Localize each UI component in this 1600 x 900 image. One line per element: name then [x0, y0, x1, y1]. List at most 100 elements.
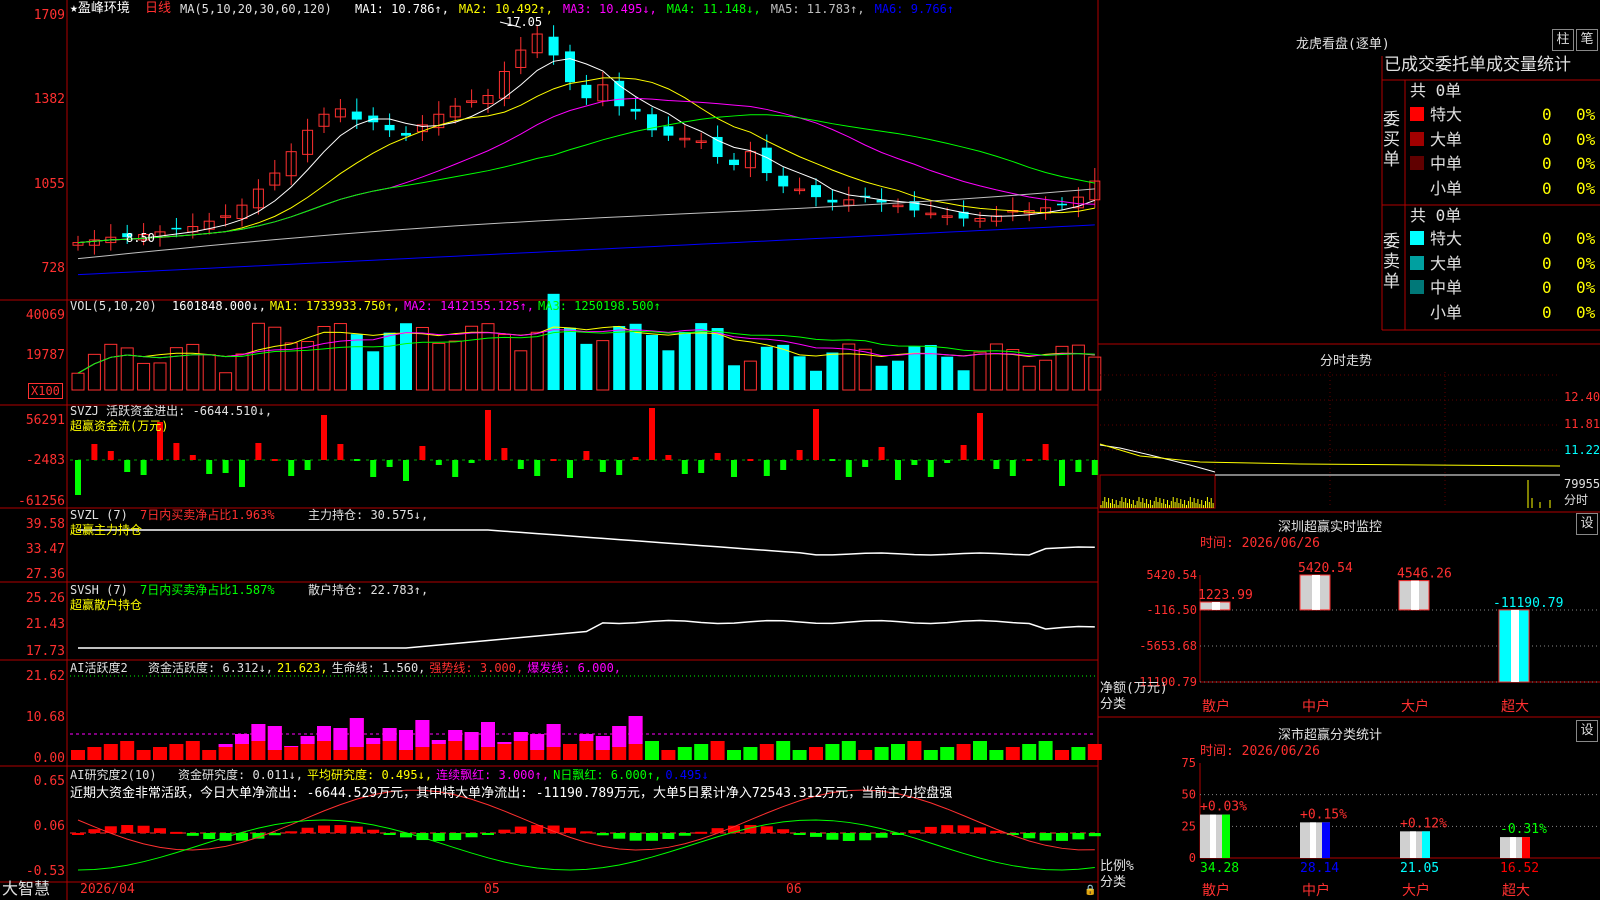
flow-bar: [747, 459, 754, 461]
research-bar: [629, 833, 642, 841]
kline-ytick: 1382: [33, 92, 65, 107]
active-bar: [481, 722, 495, 747]
legend-count: 0: [1542, 229, 1552, 248]
active-bar: [743, 747, 758, 760]
vol-bar: [120, 347, 134, 391]
flow-bar: [862, 460, 869, 467]
research-bar: [268, 833, 281, 836]
monitor-category: 中户: [1302, 698, 1330, 715]
legend-pct: 0%: [1576, 253, 1596, 273]
class-value-label: 28.14: [1300, 861, 1339, 876]
vol-ytick: 40069: [25, 308, 65, 323]
vol-bar: [941, 356, 954, 390]
candle-body: [614, 80, 625, 107]
vol-bar: [202, 354, 216, 391]
research-bar: [236, 833, 248, 841]
active-bar: [333, 728, 348, 750]
monitor-value-label: 5420.54: [1298, 561, 1353, 576]
active-bar: [759, 744, 774, 760]
pen-mode-button[interactable]: 笔: [1576, 29, 1598, 51]
x-label-start: 2026/04: [80, 882, 135, 897]
research-bar: [334, 825, 347, 833]
sz-monitor-title: 深圳超赢实时监控: [1278, 520, 1383, 535]
period-label[interactable]: 日线: [145, 2, 171, 16]
vol-bar: [104, 343, 118, 391]
research-bar: [186, 833, 199, 836]
research-bar: [1056, 833, 1068, 841]
flow-bar: [911, 460, 918, 465]
active-bar: [776, 741, 791, 760]
ma-value: MA5: 11.783↑,: [770, 2, 865, 16]
flow-bar: [796, 450, 803, 460]
vol-bar: [1006, 349, 1020, 391]
active-bar: [349, 718, 364, 747]
vol-bar: [268, 326, 282, 391]
flow-bar: [468, 460, 475, 463]
active-bar: [612, 726, 627, 747]
legend-label: 大单: [1430, 253, 1463, 273]
vol-bar: [71, 372, 85, 391]
candle-body: [827, 199, 838, 203]
flow-bar: [370, 460, 377, 477]
svzl-sub: 超赢主力持仓: [70, 523, 143, 537]
active-bar: [710, 741, 725, 760]
flow-bar: [452, 460, 459, 477]
vol-bar: [87, 353, 101, 391]
vol-bar: [251, 322, 265, 391]
bar-mode-button[interactable]: 柱: [1552, 29, 1574, 51]
vol-bar: [153, 362, 167, 391]
monitor-ytick: -116.50: [1146, 603, 1197, 617]
research-bar: [596, 833, 609, 836]
active-bar: [1022, 744, 1037, 760]
flow-bar: [1042, 444, 1049, 460]
vol-bar: [678, 331, 691, 390]
svzl-label: SVZL (7): [70, 508, 128, 522]
vol-bar: [793, 356, 806, 390]
research-bar: [465, 833, 478, 838]
ai-research-values: 资金研究度: 0.011↓, 平均研究度: 0.495↓, 连续飘红: 3.000↑…: [178, 768, 713, 782]
active-bar: [792, 750, 807, 760]
active-bar: [1071, 747, 1086, 760]
active-bar: [267, 726, 282, 750]
legend-count: 0: [1542, 129, 1552, 149]
ai-research-value: 0.495↓: [665, 768, 709, 782]
active-bar: [989, 750, 1004, 760]
sz-class-settings-button[interactable]: 设: [1576, 720, 1598, 742]
vol-bar: [465, 325, 479, 391]
chart-canvas[interactable]: 5420.54-116.50-5653.68-11190.791223.9954…: [0, 0, 1600, 900]
flow-bar: [763, 460, 770, 476]
svzj-ytick: 56291: [25, 413, 65, 428]
active-bar: [448, 730, 463, 741]
research-bar: [432, 833, 445, 841]
sz-monitor-settings-button[interactable]: 设: [1576, 513, 1598, 535]
intraday-ylabel: 11.81: [1564, 417, 1600, 431]
flow-bar: [107, 451, 114, 460]
ai-active-values: 资金活跃度: 6.312↓, 21.623, 生命线: 1.560, 强势线: 3.0…: [148, 661, 625, 675]
legend-count: 0: [1542, 178, 1552, 198]
svsh-ytick: 17.73: [25, 644, 65, 659]
active-bar: [87, 747, 102, 760]
research-bar: [777, 829, 790, 833]
legend-label: 中单: [1430, 278, 1463, 297]
active-bar: [956, 744, 971, 760]
active-bar: [579, 734, 594, 741]
research-bar: [613, 833, 626, 839]
ai-active-value: 爆发线: 6.000,: [527, 661, 622, 675]
candle-body: [729, 159, 739, 166]
vol-bar: [350, 334, 363, 390]
vol-bar: [743, 360, 757, 391]
legend-label: 小单: [1430, 178, 1463, 198]
monitor-category: 大户: [1401, 698, 1429, 715]
lock-icon[interactable]: 🔒: [1084, 884, 1096, 898]
legend-count: 0: [1542, 105, 1552, 124]
monitor-bar-highlight: [1312, 575, 1320, 610]
active-bar: [825, 744, 840, 760]
svsh-hold: 散户持仓: 22.783↑,: [308, 583, 429, 597]
intraday-ylabel: 11.22: [1564, 443, 1600, 457]
vol-bar: [892, 360, 904, 390]
class-category: 中户: [1302, 882, 1330, 899]
active-bar: [563, 744, 577, 760]
flow-bar: [239, 460, 245, 487]
flow-bar: [337, 444, 344, 460]
flow-bar: [140, 460, 147, 475]
